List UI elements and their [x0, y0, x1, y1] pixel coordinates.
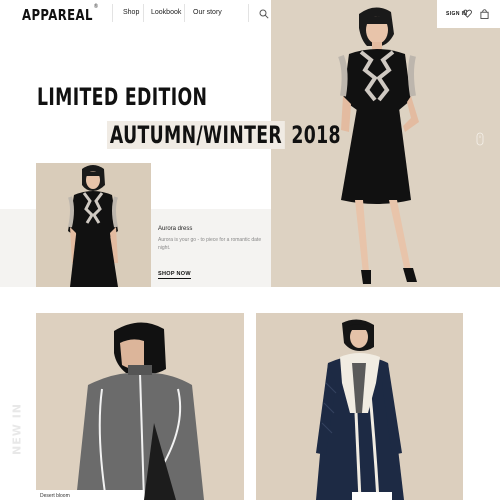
- product-name[interactable]: Aurora dress: [158, 226, 192, 232]
- nav-item-lookbook[interactable]: Lookbook: [151, 9, 181, 16]
- nav-item-shop[interactable]: Shop: [123, 9, 139, 16]
- bag-icon[interactable]: [480, 9, 489, 19]
- headline-year: 2018: [291, 121, 341, 149]
- product-description: Aurora is your go - to piece for a roman…: [158, 237, 262, 251]
- new-in-label: NEW IN: [10, 403, 24, 455]
- caption-box-secondary: [352, 492, 392, 500]
- product-caption[interactable]: Desert bloom: [40, 493, 70, 499]
- search-icon[interactable]: [259, 9, 269, 19]
- nav-divider: [184, 4, 185, 22]
- nav-item-our-story[interactable]: Our story: [193, 9, 222, 16]
- featured-product-image[interactable]: [36, 163, 151, 287]
- brand-logo[interactable]: APPAREAL®: [22, 3, 99, 24]
- shop-now-link[interactable]: SHOP NOW: [158, 271, 191, 279]
- nav-divider: [112, 4, 113, 22]
- product-image-grey-coat[interactable]: [36, 313, 244, 500]
- heart-icon[interactable]: [463, 9, 472, 18]
- nav-divider: [248, 4, 249, 22]
- headline-line-2: AUTUMN/WINTER 2018: [107, 121, 341, 149]
- headline-line-1: LIMITED EDITION: [37, 83, 208, 111]
- nav-divider: [143, 4, 144, 22]
- product-image-navy-coat[interactable]: [256, 313, 463, 500]
- scroll-indicator-icon[interactable]: [476, 132, 484, 146]
- headline-season: AUTUMN/WINTER: [107, 121, 285, 149]
